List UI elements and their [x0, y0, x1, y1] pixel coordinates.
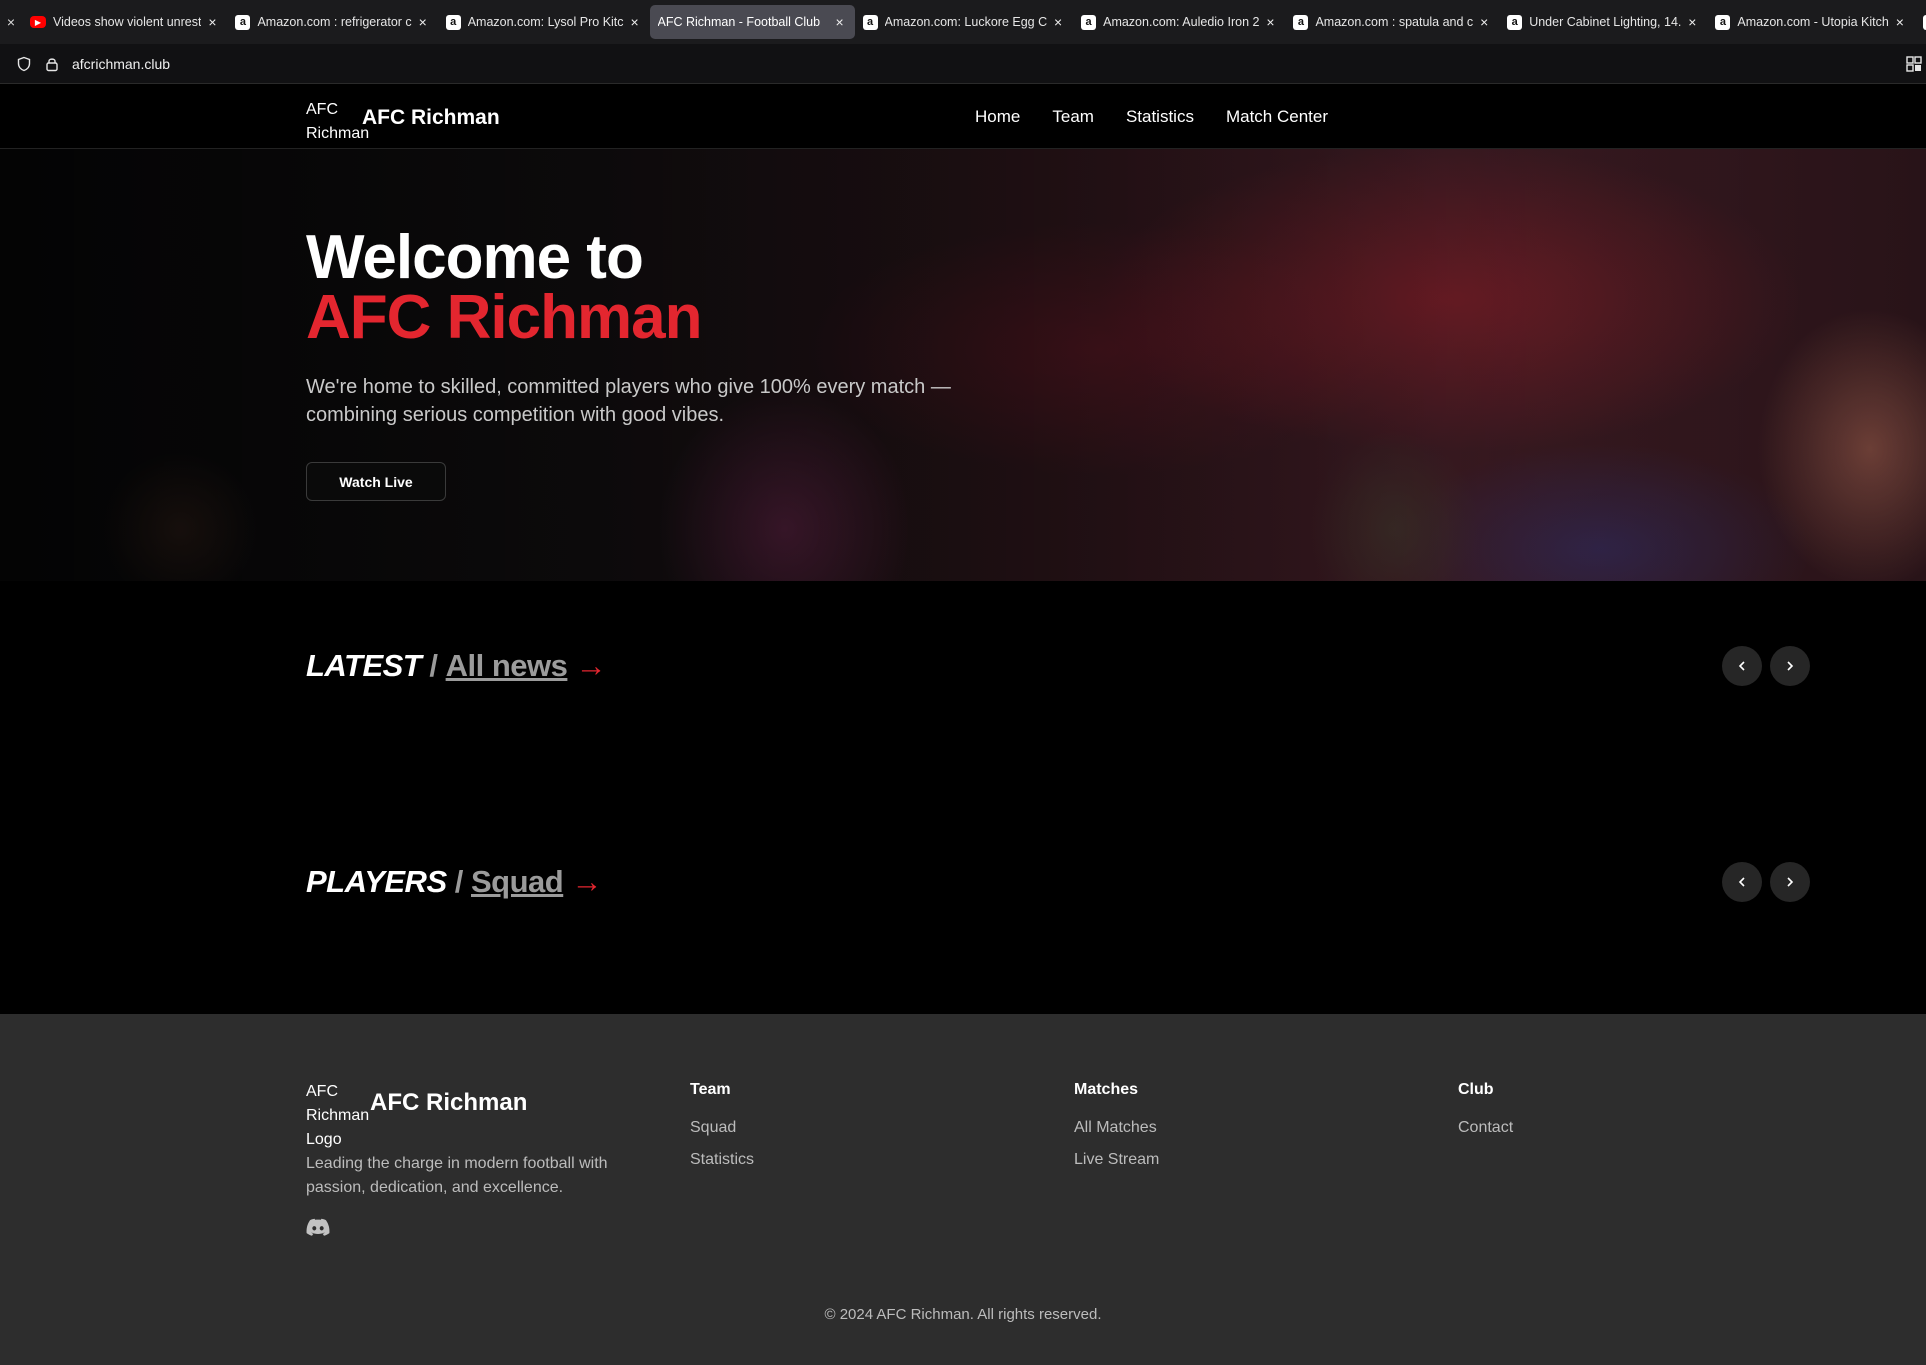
browser-tab[interactable]: a Under Cabinet Lighting, 14. × — [1499, 5, 1707, 39]
url-text[interactable]: afcrichman.club — [72, 56, 170, 72]
all-news-link[interactable]: All news — [446, 648, 568, 683]
footer-heading: Team — [690, 1081, 731, 1098]
tab-close-icon[interactable]: × — [833, 14, 847, 30]
tab-title: AFC Richman - Football Club — [657, 15, 821, 29]
nav-statistics[interactable]: Statistics — [1126, 107, 1194, 127]
tab-title: Amazon.com: Auledio Iron 2 — [1103, 15, 1260, 29]
tab-close-icon[interactable]: × — [205, 14, 219, 30]
players-title: PLAYERS — [306, 864, 447, 899]
footer-heading: Matches — [1074, 1081, 1139, 1098]
latest-title: LATEST — [306, 648, 422, 683]
tab-title: Videos show violent unrest — [53, 15, 202, 29]
tab-close-icon[interactable]: × — [1051, 14, 1065, 30]
footer-logo-image-alt[interactable]: AFC Richman Logo — [306, 1080, 376, 1152]
hero-title: Welcome to AFC Richman — [306, 223, 702, 352]
tab-close-icon[interactable]: × — [1263, 14, 1277, 30]
footer-column-team: Team Squad Statistics — [690, 1081, 754, 1183]
hero-subtitle: We're home to skilled, committed players… — [306, 376, 951, 426]
heading-separator: / — [454, 864, 464, 899]
chevron-left-icon — [1738, 877, 1745, 887]
latest-prev-button[interactable] — [1722, 646, 1762, 686]
browser-tab-bar: × ▶ Videos show violent unrest × a Amazo… — [0, 0, 1926, 44]
watch-live-button[interactable]: Watch Live — [306, 462, 446, 501]
amazon-icon: a — [862, 14, 878, 30]
address-bar[interactable]: afcrichman.club — [0, 44, 1926, 84]
players-prev-button[interactable] — [1722, 862, 1762, 902]
footer-brand-name: AFC Richman — [370, 1089, 528, 1116]
brand-name[interactable]: AFC Richman — [362, 106, 500, 130]
browser-tab[interactable]: ▶ Videos show violent unrest × — [22, 5, 227, 39]
tab-close-icon[interactable]: × — [1477, 14, 1491, 30]
tab-title: Amazon.com: Lysol Pro Kitc — [467, 15, 624, 29]
nav-team[interactable]: Team — [1052, 107, 1094, 127]
browser-tab[interactable]: a Am — [1915, 5, 1926, 39]
tab-close-icon[interactable]: × — [416, 14, 430, 30]
nav-home[interactable]: Home — [975, 107, 1020, 127]
footer-link-all-matches[interactable]: All Matches — [1074, 1119, 1159, 1137]
browser-tab[interactable]: a Amazon.com: Lysol Pro Kitc × — [438, 5, 650, 39]
tab-title: Amazon.com - Utopia Kitch — [1737, 15, 1889, 29]
youtube-icon: ▶ — [30, 16, 46, 28]
latest-next-button[interactable] — [1770, 646, 1810, 686]
hero-title-line1: Welcome to — [306, 223, 644, 292]
chevron-right-icon — [1787, 661, 1794, 671]
footer-link-contact[interactable]: Contact — [1458, 1119, 1513, 1137]
arrow-right-icon[interactable]: → — [576, 648, 607, 683]
players-next-button[interactable] — [1770, 862, 1810, 902]
tab-title: Amazon.com : refrigerator c — [257, 15, 412, 29]
arrow-right-icon[interactable]: → — [571, 864, 602, 899]
squad-link[interactable]: Squad — [471, 864, 564, 899]
site-header: AFC Richman Logo AFC Richman Home Team S… — [0, 84, 1926, 166]
tab-close-icon[interactable]: × — [628, 14, 642, 30]
hero-title-line2: AFC Richman — [306, 283, 702, 352]
tab-title: Under Cabinet Lighting, 14. — [1529, 15, 1682, 29]
main-nav: Home Team Statistics Match Center — [975, 107, 1328, 127]
amazon-icon: a — [1293, 14, 1309, 30]
hero-background-image — [0, 149, 1926, 581]
browser-tab[interactable]: a Amazon.com: Auledio Iron 2 × — [1073, 5, 1285, 39]
footer-heading: Club — [1458, 1081, 1494, 1098]
footer-description: Leading the charge in modern football wi… — [306, 1155, 608, 1196]
tab-title: Amazon.com: Luckore Egg C — [884, 15, 1048, 29]
footer-column-club: Club Contact — [1458, 1081, 1513, 1151]
amazon-icon: a — [1507, 14, 1523, 30]
browser-tab-active[interactable]: AFC Richman - Football Club × — [649, 5, 855, 39]
amazon-icon: a — [1715, 14, 1731, 30]
footer-column-matches: Matches All Matches Live Stream — [1074, 1081, 1159, 1183]
latest-heading: LATEST / All news → — [306, 648, 607, 684]
players-heading: PLAYERS / Squad → — [306, 864, 602, 900]
browser-tab[interactable]: a Amazon.com: Luckore Egg C × — [855, 5, 1074, 39]
footer-link-statistics[interactable]: Statistics — [690, 1151, 754, 1169]
browser-tab[interactable]: a Amazon.com - Utopia Kitch × — [1707, 5, 1914, 39]
browser-tab[interactable]: a Amazon.com : refrigerator c × — [227, 5, 437, 39]
nav-match-center[interactable]: Match Center — [1226, 107, 1328, 127]
lock-icon[interactable] — [44, 56, 60, 72]
hero-section: Welcome to AFC Richman We're home to ski… — [0, 149, 1926, 581]
footer-link-live-stream[interactable]: Live Stream — [1074, 1151, 1159, 1169]
discord-icon[interactable] — [306, 1218, 330, 1236]
heading-separator: / — [429, 648, 438, 683]
amazon-icon: a — [1081, 14, 1097, 30]
footer-link-squad[interactable]: Squad — [690, 1119, 754, 1137]
amazon-icon: a — [445, 14, 461, 30]
shield-icon[interactable] — [16, 56, 32, 72]
chevron-left-icon — [1738, 661, 1745, 671]
amazon-icon: a — [235, 14, 251, 30]
tab-close-icon[interactable]: × — [1893, 14, 1907, 30]
extensions-icon[interactable] — [1906, 56, 1922, 72]
browser-tab[interactable]: a Amazon.com : spatula and c × — [1285, 5, 1499, 39]
site-footer: AFC Richman Logo AFC Richman Leading the… — [0, 1014, 1926, 1365]
tab-close-icon[interactable]: × — [1685, 14, 1699, 30]
tab-title: Amazon.com : spatula and c — [1315, 15, 1474, 29]
chevron-right-icon — [1787, 877, 1794, 887]
copyright-text: © 2024 AFC Richman. All rights reserved. — [824, 1306, 1102, 1323]
tab-close-icon[interactable]: × — [0, 14, 22, 30]
